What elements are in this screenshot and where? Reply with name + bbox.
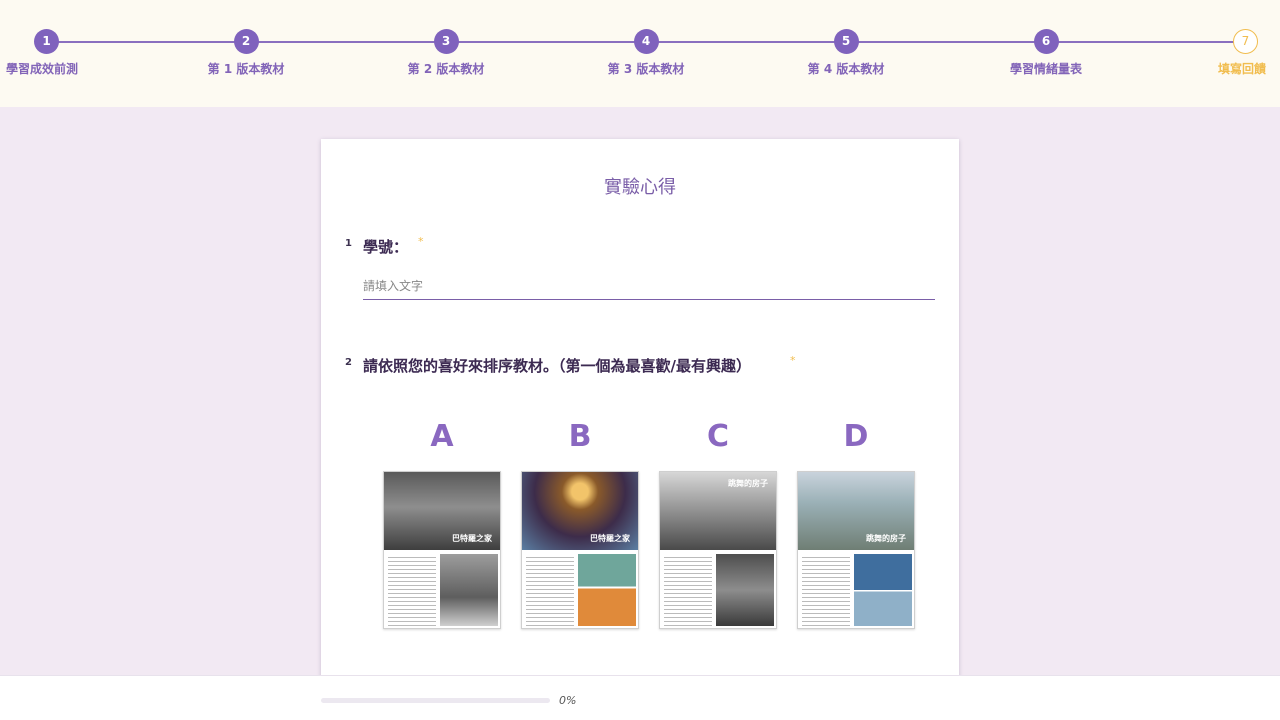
question-2-required-mark: * — [790, 354, 796, 367]
step-6-label: 學習情緒量表 — [1009, 62, 1082, 76]
step-3[interactable]: 3 第 2 版本教材 — [386, 29, 506, 77]
step-3-label: 第 2 版本教材 — [407, 62, 485, 76]
material-d-caption: 跳舞的房子 — [866, 534, 906, 543]
step-7-label: 填寫回饋 — [1218, 62, 1267, 76]
step-4-circle: 4 — [633, 29, 659, 54]
material-c-text-block — [664, 554, 712, 626]
material-d-photo-2 — [854, 554, 912, 626]
step-5-label: 第 4 版本教材 — [807, 62, 885, 76]
material-d-letter: D — [843, 419, 869, 454]
material-c-thumbnail: 跳舞的房子 — [659, 471, 777, 629]
material-d-thumbnail: 跳舞的房子 — [797, 471, 915, 629]
step-1-circle: 1 — [34, 29, 59, 54]
step-7-circle: 7 — [1233, 29, 1258, 54]
material-a-photo-2 — [440, 554, 498, 626]
material-a-letter: A — [430, 419, 454, 454]
material-c[interactable]: C 跳舞的房子 — [659, 419, 777, 629]
progress-footer: 0% — [0, 675, 1280, 720]
progress-bar — [321, 698, 550, 703]
material-c-photo-2 — [716, 554, 774, 626]
question-1-number: 1 — [345, 238, 352, 249]
step-2[interactable]: 2 第 1 版本教材 — [186, 29, 306, 77]
step-6[interactable]: 6 學習情緒量表 — [986, 29, 1106, 77]
material-c-photo: 跳舞的房子 — [660, 472, 776, 550]
material-a-photo: 巴特羅之家 — [384, 472, 500, 550]
progress-percent: 0% — [559, 694, 577, 707]
step-2-label: 第 1 版本教材 — [207, 62, 285, 76]
material-d[interactable]: D 跳舞的房子 — [797, 419, 915, 629]
material-b-letter: B — [568, 419, 592, 454]
material-b-photo: 巴特羅之家 — [522, 472, 638, 550]
question-2-number: 2 — [345, 357, 352, 368]
material-b[interactable]: B 巴特羅之家 — [521, 419, 639, 629]
material-d-text-block — [802, 554, 850, 626]
material-a-thumbnail: 巴特羅之家 — [383, 471, 501, 629]
step-4[interactable]: 4 第 3 版本教材 — [586, 29, 706, 77]
question-1-required-mark: * — [418, 235, 424, 248]
question-1-label: 學號： — [363, 238, 409, 256]
step-7[interactable]: 7 — [1233, 29, 1258, 54]
step-1[interactable]: 1 — [33, 29, 59, 54]
material-c-caption: 跳舞的房子 — [728, 479, 768, 488]
form-card: 實驗心得 1 學號： * 2 請依照您的喜好來排序教材。（第一個為最喜歡/最有興… — [321, 139, 959, 699]
material-a-text-block — [388, 554, 436, 626]
student-id-input[interactable] — [363, 272, 935, 300]
material-b-text-block — [526, 554, 574, 626]
material-b-caption: 巴特羅之家 — [590, 534, 630, 543]
material-c-letter: C — [706, 419, 730, 454]
material-a[interactable]: A 巴特羅之家 — [383, 419, 501, 629]
step-5[interactable]: 5 第 4 版本教材 — [786, 29, 906, 77]
step-2-circle: 2 — [233, 29, 259, 54]
material-b-photo-2 — [578, 554, 636, 626]
step-4-label: 第 3 版本教材 — [607, 62, 685, 76]
step-6-circle: 6 — [1033, 29, 1059, 54]
question-2-label: 請依照您的喜好來排序教材。（第一個為最喜歡/最有興趣） — [363, 357, 751, 375]
step-1-label: 學習成效前測 — [6, 62, 79, 76]
progress-stepper: 1 學習成效前測 2 第 1 版本教材 3 第 2 版本教材 4 第 3 版本教… — [0, 0, 1280, 107]
step-3-circle: 3 — [433, 29, 459, 54]
material-b-thumbnail: 巴特羅之家 — [521, 471, 639, 629]
form-title: 實驗心得 — [604, 177, 676, 198]
material-d-photo: 跳舞的房子 — [798, 472, 914, 550]
step-5-circle: 5 — [833, 29, 859, 54]
material-a-caption: 巴特羅之家 — [452, 534, 492, 543]
